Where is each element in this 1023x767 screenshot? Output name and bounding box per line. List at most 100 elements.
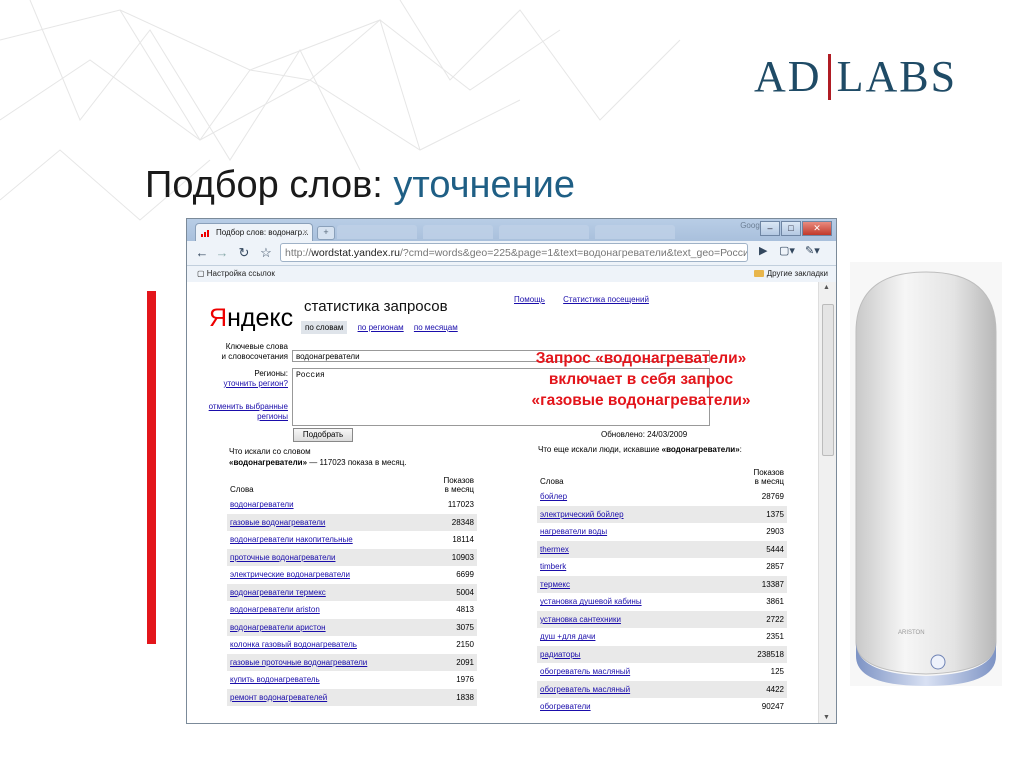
table-row: бойлер 28769 xyxy=(537,488,787,506)
left-heading-line1: Что искали со словом xyxy=(229,447,311,456)
wrench-icon[interactable]: ✎▾ xyxy=(805,244,820,257)
slide-title: Подбор слов: уточнение xyxy=(145,160,575,210)
back-arrow-icon[interactable]: ← xyxy=(193,244,211,261)
maximize-button[interactable]: □ xyxy=(781,221,801,236)
close-window-button[interactable]: ✕ xyxy=(802,221,832,236)
forward-arrow-icon[interactable]: → xyxy=(213,244,231,261)
keyword-link[interactable]: душ +для дачи xyxy=(537,628,724,646)
submit-button[interactable]: Подобрать xyxy=(293,428,353,442)
bookmark-item[interactable]: ▢ Настройка ссылок xyxy=(197,266,275,282)
column-header-words: Слова xyxy=(230,485,254,494)
table-row: проточные водонагреватели 10903 xyxy=(227,548,477,566)
table-row: thermex 5444 xyxy=(537,540,787,558)
keyword-link[interactable]: радиаторы xyxy=(537,645,724,663)
other-bookmarks[interactable]: Другие закладки xyxy=(753,266,828,282)
table-row: термекс 13387 xyxy=(537,575,787,593)
keyword-link[interactable]: термекс xyxy=(537,575,724,593)
keyword-link[interactable]: купить водонагреватель xyxy=(227,671,426,689)
table-row: установка душевой кабины 3861 xyxy=(537,593,787,611)
table-row: водонагреватели 117023 xyxy=(227,496,477,514)
shows-header-line1: Показов xyxy=(443,476,474,485)
scroll-up-icon[interactable]: ▲ xyxy=(823,284,830,291)
keyword-link[interactable]: газовые проточные водонагреватели xyxy=(227,653,427,671)
keyword-link[interactable]: проточные водонагреватели xyxy=(227,548,427,566)
tab-by-words[interactable]: по словам xyxy=(301,321,348,334)
page-scrollbar[interactable]: ▲ ▼ xyxy=(818,282,836,723)
play-icon[interactable]: ▶ xyxy=(759,244,767,257)
keyword-link[interactable]: timberk xyxy=(537,558,724,576)
refine-region-link[interactable]: уточнить регион? xyxy=(223,379,288,389)
keyword-link[interactable]: колонка газовый водонагреватель xyxy=(227,636,426,654)
keyword-link[interactable]: электрический бойлер xyxy=(537,505,724,523)
keyword-link[interactable]: бойлер xyxy=(537,488,724,506)
keyword-link[interactable]: водонагреватели термекс xyxy=(227,583,427,601)
keyword-link[interactable]: нагреватели воды xyxy=(537,523,724,541)
keyword-link[interactable]: водонагреватели накопительные xyxy=(227,531,426,549)
table-row: колонка газовый водонагреватель 2150 xyxy=(227,636,477,654)
shows-count: 2903 xyxy=(766,527,784,537)
shows-count: 1976 xyxy=(456,675,474,685)
keyword-link[interactable]: установка душевой кабины xyxy=(537,593,724,611)
keyword-link[interactable]: водонагреватели ariston xyxy=(227,601,426,619)
keyword-link[interactable]: водонагреватели xyxy=(227,496,426,514)
table-row: электрические водонагреватели 6699 xyxy=(227,566,477,584)
keyword-link[interactable]: обогреватель масляный xyxy=(537,680,724,698)
tab-by-regions[interactable]: по регионам xyxy=(358,323,404,332)
address-bar[interactable]: http://wordstat.yandex.ru/?cmd=words&geo… xyxy=(280,243,748,262)
url-rest: /?cmd=words&geo=225&page=1&text=водонагр… xyxy=(399,247,748,259)
keyword-link[interactable]: газовые водонагреватели xyxy=(227,513,427,531)
keyword-link[interactable]: электрические водонагреватели xyxy=(227,566,426,584)
page-title: статистика запросов xyxy=(304,298,448,315)
table-row: газовые проточные водонагреватели 2091 xyxy=(227,653,477,671)
keywords-label-line1: Ключевые слова xyxy=(225,342,288,351)
tab-strip: Подбор слов: водонагр... × + Google – □ … xyxy=(187,219,836,241)
bookmark-star-icon[interactable]: ☆ xyxy=(257,244,275,261)
cancel-regions-link[interactable]: отменить выбранные регионы xyxy=(209,402,288,422)
blurred-tab[interactable] xyxy=(499,225,589,239)
yandex-logo[interactable]: Яндекс xyxy=(209,304,293,333)
callout-line-1: Запрос «водонагреватели» xyxy=(535,350,747,367)
tab-title: Подбор слов: водонагр... xyxy=(216,228,309,237)
table-row: газовые водонагреватели 28348 xyxy=(227,513,477,531)
table-row: водонагреватели накопительные 18114 xyxy=(227,531,477,549)
shows-count: 3075 xyxy=(426,618,477,636)
keyword-link[interactable]: водонагреватели аристон xyxy=(227,618,427,636)
blurred-tab[interactable] xyxy=(595,225,675,239)
reload-icon[interactable]: ↻ xyxy=(235,244,253,261)
shows-count: 18114 xyxy=(452,535,474,545)
new-tab-button[interactable]: + xyxy=(317,226,335,240)
column-header-shows: Показов в месяц xyxy=(724,462,787,488)
shows-count: 1838 xyxy=(426,688,477,706)
shows-count: 28769 xyxy=(761,492,784,502)
keyword-link[interactable]: thermex xyxy=(537,540,724,558)
blurred-tab[interactable] xyxy=(337,225,417,239)
scroll-thumb[interactable] xyxy=(822,304,834,456)
shows-count: 10903 xyxy=(426,548,477,566)
blurred-tab[interactable] xyxy=(423,225,493,239)
shows-count: 28348 xyxy=(426,513,477,531)
keyword-link[interactable]: ремонт водонагревателей xyxy=(227,688,427,706)
url-prefix: http:// xyxy=(285,247,312,259)
right-heading-post: : xyxy=(739,445,742,454)
shows-count: 238518 xyxy=(723,645,787,663)
keyword-link[interactable]: обогреватели xyxy=(537,698,724,716)
minimize-button[interactable]: – xyxy=(760,221,780,236)
browser-window: Подбор слов: водонагр... × + Google – □ … xyxy=(186,218,837,724)
table-row: установка сантехники 2722 xyxy=(537,610,787,628)
table-row: радиаторы 238518 xyxy=(537,645,787,663)
browser-tab-active[interactable]: Подбор слов: водонагр... × xyxy=(195,223,313,241)
adlabs-logo: AD LABS xyxy=(754,52,957,102)
shows-header-line2: в месяц xyxy=(444,485,474,494)
yandex-logo-first-letter: Я xyxy=(209,304,228,332)
help-link[interactable]: Помощь xyxy=(514,295,545,304)
visit-stats-link[interactable]: Статистика посещений xyxy=(563,295,649,304)
keyword-link[interactable]: обогреватель масляный xyxy=(537,663,724,681)
left-results-table: Слова Показов в месяц водонагреватели 1170… xyxy=(227,470,477,706)
tab-close-icon[interactable]: × xyxy=(303,224,308,241)
tab-by-months[interactable]: по месяцам xyxy=(414,323,458,332)
page-menu-icon[interactable]: ▢▾ xyxy=(779,244,795,257)
scroll-down-icon[interactable]: ▼ xyxy=(823,714,830,721)
keyword-link[interactable]: установка сантехники xyxy=(537,610,724,628)
updated-date: Обновлено: 24/03/2009 xyxy=(601,430,688,439)
shows-count: 5004 xyxy=(426,583,477,601)
